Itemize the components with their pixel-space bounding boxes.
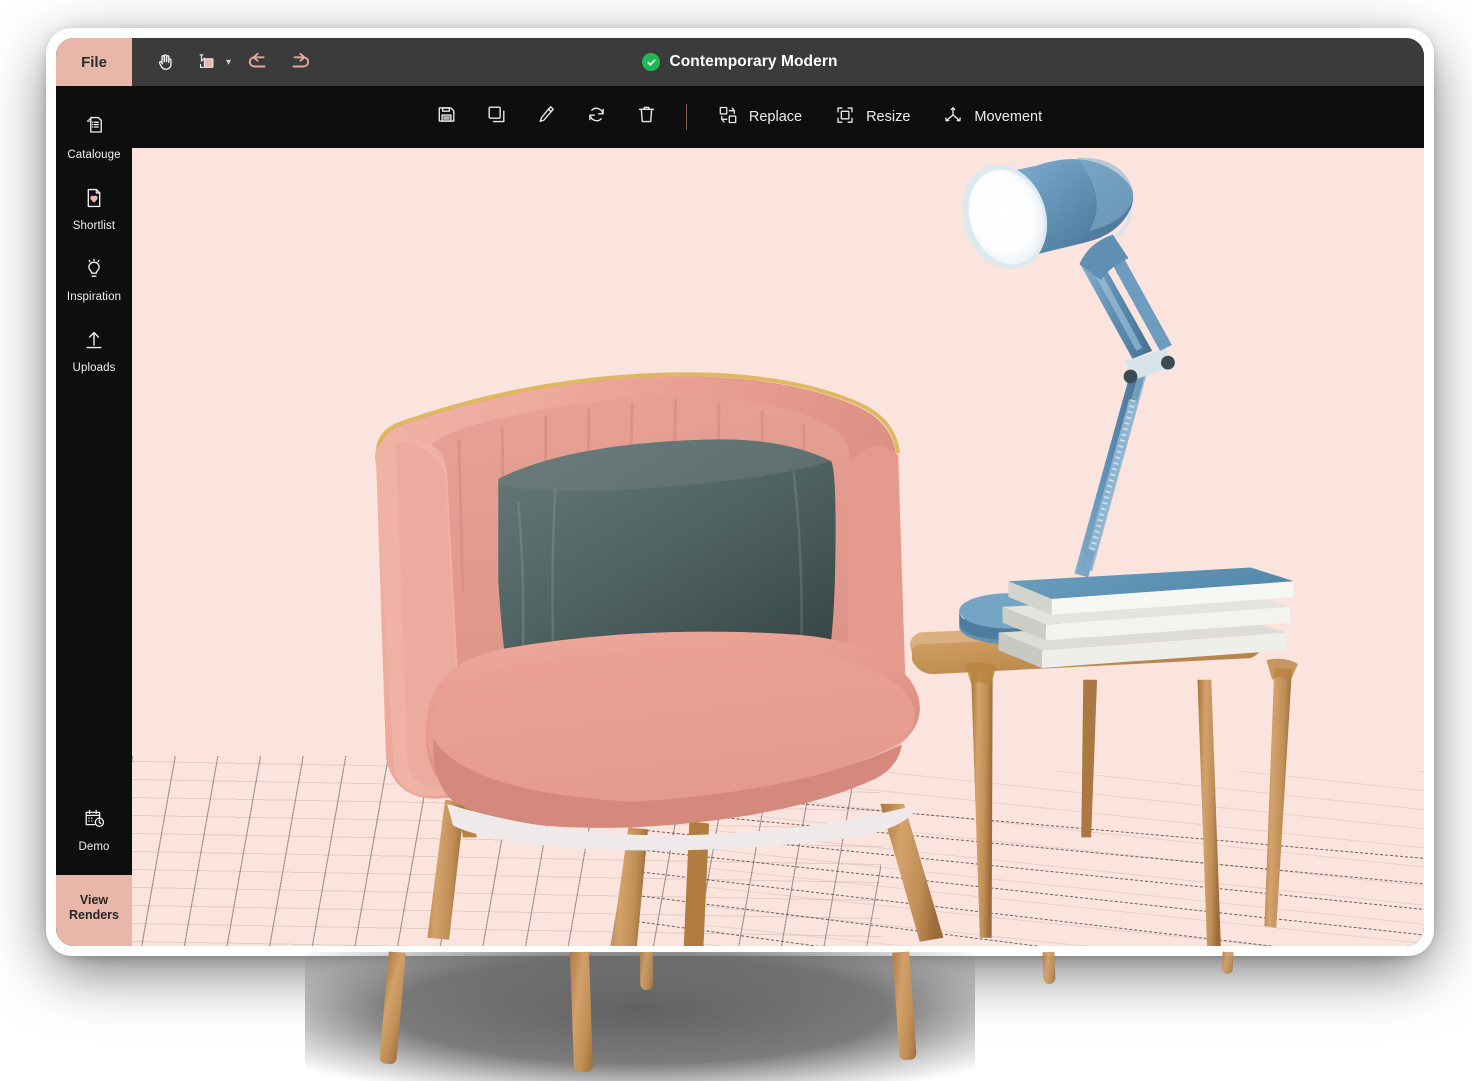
- saved-check-icon: [642, 53, 661, 71]
- duplicate-button[interactable]: [472, 95, 522, 139]
- sidebar-item-demo-label: Demo: [78, 840, 110, 853]
- movement-axes-icon: [942, 104, 964, 130]
- duplicate-icon: [485, 103, 508, 131]
- resize-icon: [834, 104, 856, 130]
- replace-button[interactable]: Replace: [701, 95, 818, 139]
- left-sidebar: Catalouge Shortlist Inspiration Uploads …: [56, 86, 132, 946]
- resize-label: Resize: [866, 109, 911, 125]
- replace-icon: [717, 104, 739, 130]
- sidebar-item-catalouge[interactable]: Catalouge: [56, 100, 132, 173]
- undo-icon: [245, 49, 271, 75]
- armchair-leg-back-right-extension: [639, 951, 654, 991]
- sidebar-item-shortlist-label: Shortlist: [72, 220, 116, 232]
- upload-arrow-icon: [82, 328, 106, 357]
- sidebar-bottom-group: Demo View Renders: [56, 793, 132, 946]
- redo-icon: [287, 49, 313, 75]
- book-stack: [959, 567, 1294, 668]
- replace-label: Replace: [748, 109, 803, 125]
- design-canvas[interactable]: [132, 148, 1424, 946]
- heart-page-icon: [82, 186, 106, 215]
- movement-label: Movement: [974, 109, 1043, 125]
- app-window-content: File ▾ Contemporary Modern Replace Resiz…: [56, 38, 1424, 946]
- sidebar-item-catalouge-label: Catalouge: [67, 149, 121, 161]
- calendar-clock-icon: [82, 806, 107, 836]
- resize-button[interactable]: Resize: [818, 95, 926, 139]
- color-swatch-tool-icon: [196, 51, 218, 73]
- file-menu-button[interactable]: File: [56, 38, 132, 86]
- title-bar: File ▾ Contemporary Modern: [56, 38, 1424, 86]
- sidebar-item-shortlist[interactable]: Shortlist: [56, 173, 132, 244]
- save-icon: [435, 103, 458, 131]
- hand-tool-icon: [155, 52, 176, 73]
- color-swatch-tool-button[interactable]: [188, 43, 226, 81]
- sidebar-primary-items: Catalouge Shortlist Inspiration Uploads: [56, 86, 132, 386]
- project-title: Contemporary Modern: [669, 53, 838, 70]
- title-bar-tools: ▾: [132, 43, 319, 81]
- blue-desk-lamp: [961, 157, 1175, 578]
- screen-root: File ▾ Contemporary Modern Replace Resiz…: [0, 0, 1472, 1081]
- delete-trash-icon: [635, 103, 658, 131]
- catalogue-stack-icon: [81, 113, 107, 144]
- rotate-button[interactable]: [572, 95, 622, 139]
- side-table-leg-front-extension: [1042, 951, 1056, 985]
- app-window: File ▾ Contemporary Modern Replace Resiz…: [46, 28, 1434, 956]
- file-menu-label: File: [81, 53, 107, 71]
- sidebar-item-demo[interactable]: Demo: [56, 793, 132, 875]
- edit-button[interactable]: [522, 95, 572, 139]
- redo-button[interactable]: [281, 43, 319, 81]
- undo-button[interactable]: [239, 43, 277, 81]
- side-table-leg-right-extension: [1221, 951, 1234, 975]
- sidebar-item-inspiration[interactable]: Inspiration: [56, 244, 132, 315]
- delete-button[interactable]: [622, 95, 672, 139]
- view-renders-label-line1: View: [79, 892, 109, 907]
- hand-tool-button[interactable]: [146, 43, 184, 81]
- action-toolbar: Replace Resize Movement: [56, 86, 1424, 148]
- sidebar-item-uploads[interactable]: Uploads: [56, 315, 132, 386]
- floor-dashed-lines-right: [637, 771, 1424, 946]
- view-renders-button[interactable]: View Renders: [56, 874, 132, 946]
- movement-button[interactable]: Movement: [926, 95, 1058, 139]
- save-button[interactable]: [422, 95, 472, 139]
- sidebar-item-uploads-label: Uploads: [72, 362, 116, 374]
- canvas-scene: [132, 148, 1424, 946]
- sidebar-item-inspiration-label: Inspiration: [66, 291, 122, 303]
- view-renders-label-line2: Renders: [68, 908, 120, 923]
- rotate-refresh-icon: [585, 103, 608, 131]
- edit-pencil-icon: [535, 103, 558, 131]
- chevron-down-icon[interactable]: ▾: [226, 57, 231, 68]
- toolbar-divider: [685, 104, 687, 130]
- lightbulb-icon: [82, 257, 106, 286]
